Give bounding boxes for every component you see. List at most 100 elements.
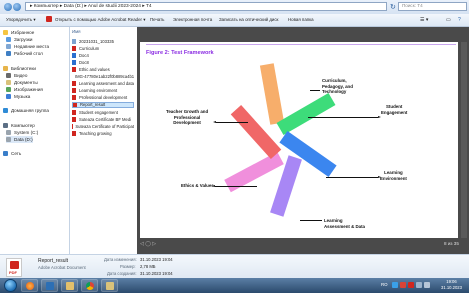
nav-homegroup[interactable]: Домашняя группа [3, 107, 49, 114]
view-options-icon[interactable]: ☰ ▾ [420, 17, 428, 23]
file-row[interactable]: Ethic and values [72, 66, 134, 72]
taskbar-folder[interactable] [101, 279, 118, 292]
file-type-icon [72, 130, 76, 136]
print-button[interactable]: Печать [150, 17, 164, 22]
nav-libraries[interactable]: Библиотеки [3, 65, 36, 72]
start-button[interactable] [4, 279, 17, 292]
tray-acrobat-icon[interactable] [408, 282, 414, 288]
taskbar: RO 19:06 31.10.2023 [0, 278, 469, 293]
file-name: IMG-47780e1ab22f0b889ca4b1 [75, 74, 134, 79]
file-row[interactable]: Doc4 [72, 52, 134, 58]
nav-pictures[interactable]: Изображения [6, 86, 43, 93]
file-row[interactable]: Learning enviroment [72, 88, 134, 94]
tray-antivirus-icon[interactable] [400, 282, 406, 288]
file-row[interactable]: Suteaza Certificate of Participat [72, 123, 134, 129]
open-with-button[interactable]: Открыть с помощью Adobe Acrobat Reader ▾ [55, 17, 145, 23]
video-icon [6, 73, 11, 78]
forward-button[interactable] [13, 3, 21, 11]
computer-icon [3, 123, 8, 128]
detail-size-label: Размер: [120, 264, 136, 269]
file-row[interactable]: Professional development [72, 95, 134, 101]
clock[interactable]: 19:06 31.10.2023 [441, 279, 462, 291]
homegroup-icon [3, 108, 8, 113]
refresh-icon[interactable]: ↻ [390, 3, 396, 11]
address-field[interactable]: ▸ Компьютер ▸ Data (D:) ▸ Anul de studii… [25, 2, 387, 11]
preview-vertical-scrollbar[interactable] [461, 42, 467, 238]
file-row[interactable]: IMG-47780e1ab22f0b889ca4b1 [72, 74, 134, 80]
file-row[interactable]: Curriculum [72, 45, 134, 51]
file-name: Learning assesment and data [78, 81, 134, 87]
nav-system-c[interactable]: System (C:) [6, 129, 38, 136]
nav-documents[interactable]: Документы [6, 79, 38, 86]
file-row[interactable]: Teaching growing [72, 130, 134, 136]
address-bar-area: ▸ Компьютер ▸ Data (D:) ▸ Anul de studii… [0, 0, 469, 14]
email-button[interactable]: Электронная почта [173, 17, 212, 22]
tray-app-icon[interactable] [392, 282, 398, 288]
nav-network[interactable]: Сеть [3, 150, 21, 157]
nav-favorites[interactable]: Избранное [3, 29, 34, 36]
nav-desktop[interactable]: Рабочий стол [6, 50, 43, 57]
firefox-icon [26, 282, 34, 290]
music-icon [6, 94, 11, 99]
file-type-icon [72, 95, 76, 101]
star-icon [3, 30, 8, 35]
nav-video[interactable]: Видео [6, 72, 27, 79]
file-row[interactable]: 20231031_103335 [72, 38, 134, 44]
document-page[interactable]: Figure 2: Test Framework Curriculum, Peda… [140, 42, 458, 238]
network-icon[interactable] [416, 282, 422, 288]
preview-nav-icons[interactable]: ◁ ◯ ▷ [140, 241, 156, 247]
file-row[interactable]: Learning assesment and data [72, 81, 134, 87]
preview-pane-icon[interactable]: ▭ [446, 17, 451, 23]
file-name: Suteaza Certificate BF Medi [79, 116, 132, 122]
file-row[interactable]: Doc8 [72, 59, 134, 65]
file-type-icon [72, 116, 76, 122]
label-student-engagement: Student Engagement [381, 104, 408, 115]
search-placeholder: Поиск: T4 [402, 3, 423, 8]
nav-computer[interactable]: Компьютер [3, 122, 35, 129]
documents-icon [6, 80, 11, 85]
burn-button[interactable]: Записать на оптический диск [219, 17, 278, 22]
column-header-name[interactable]: Имя [72, 29, 81, 34]
taskbar-chrome[interactable] [81, 279, 98, 292]
file-name: 20231031_103335 [79, 38, 114, 44]
file-name: Learning enviroment [79, 88, 118, 94]
pictures-icon [6, 87, 11, 92]
nav-recent[interactable]: Недавние места [6, 43, 49, 50]
petal-green [276, 92, 336, 136]
test-framework-diagram [140, 42, 458, 238]
organize-button[interactable]: Упорядочить ▾ [6, 17, 36, 23]
new-folder-button[interactable]: Новая папка [288, 17, 314, 22]
file-type-icon [72, 38, 76, 44]
volume-icon[interactable] [424, 282, 430, 288]
download-icon [6, 37, 11, 42]
taskbar-explorer[interactable] [61, 279, 78, 292]
label-ethics: Ethics & Values [181, 183, 214, 188]
file-name: Professional development [79, 95, 128, 101]
detail-size-value: 2,78 МБ [140, 264, 156, 269]
label-teacher-growth: Teacher Growth and Professional Developmen… [166, 109, 209, 126]
taskbar-media-player[interactable] [41, 279, 58, 292]
breadcrumb[interactable]: ▸ Компьютер ▸ Data (D:) ▸ Anul de studii… [30, 4, 152, 9]
folder-icon [66, 282, 74, 290]
taskbar-firefox[interactable] [21, 279, 38, 292]
file-type-icon [72, 52, 76, 58]
file-name: Teaching growing [79, 130, 112, 136]
file-row[interactable]: Student engagement [72, 109, 134, 115]
file-name: Report_result [80, 102, 106, 108]
language-indicator[interactable]: RO [381, 282, 388, 287]
label-curriculum: Curriculum, Pedagogy, and Technology [322, 78, 353, 95]
connector-teacher [216, 122, 248, 123]
label-assessment: Learning Assessment & Data [324, 218, 365, 229]
nav-music[interactable]: Музыка [6, 93, 30, 100]
search-input[interactable]: Поиск: T4 [398, 2, 467, 11]
file-type-icon [72, 81, 76, 87]
nav-downloads[interactable]: Загрузки [6, 36, 33, 43]
page-counter: 8 из 35 [444, 241, 459, 246]
help-icon[interactable]: ? [458, 17, 461, 23]
library-icon [3, 66, 8, 71]
file-row[interactable]: Report_result [72, 101, 134, 108]
back-button[interactable] [4, 3, 12, 11]
detail-modified-value: 31.10.2023 19:04 [140, 257, 173, 262]
file-row[interactable]: Suteaza Certificate BF Medi [72, 116, 134, 122]
nav-data-d[interactable]: Data (D:) [6, 136, 33, 143]
